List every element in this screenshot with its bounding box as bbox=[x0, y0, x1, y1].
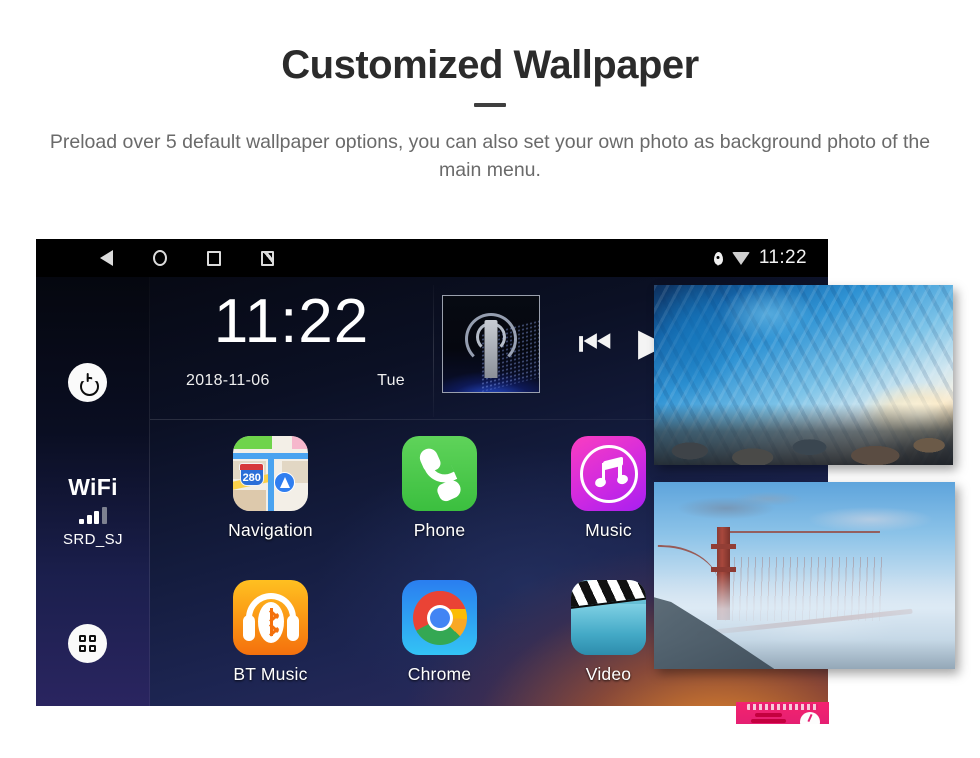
clapperboard-icon bbox=[571, 580, 646, 655]
maps-icon: 280 bbox=[233, 436, 308, 511]
ice-rocks bbox=[654, 418, 953, 465]
clock-widget[interactable]: 11:22 2018-11-06 Tue bbox=[150, 277, 433, 419]
page-subtitle: Preload over 5 default wallpaper options… bbox=[49, 131, 931, 182]
wifi-icon bbox=[731, 251, 750, 265]
highway-shield: 280 bbox=[239, 462, 265, 486]
phone-icon bbox=[402, 436, 477, 511]
power-glyph bbox=[79, 374, 96, 391]
page-root: Customized Wallpaper Preload over 5 defa… bbox=[0, 0, 980, 758]
music-note-icon bbox=[571, 436, 646, 511]
radio-app-icon-partial[interactable] bbox=[736, 702, 829, 724]
radio-broadcast-icon bbox=[442, 295, 540, 393]
page-header: Customized Wallpaper Preload over 5 defa… bbox=[0, 0, 980, 185]
app-label: Video bbox=[585, 664, 632, 684]
clock-meta: 2018-11-06 Tue bbox=[186, 372, 405, 390]
app-label: Chrome bbox=[407, 664, 472, 684]
app-label: Phone bbox=[413, 520, 466, 540]
app-bt-music[interactable]: BT Music bbox=[186, 563, 355, 706]
wifi-status[interactable]: WiFi SRD_SJ bbox=[36, 474, 150, 548]
previous-track-icon[interactable]: ⏮ bbox=[578, 325, 612, 363]
power-icon[interactable] bbox=[68, 363, 107, 402]
status-bar: 11:22 bbox=[36, 239, 828, 277]
wifi-signal-icon bbox=[36, 507, 150, 524]
left-rail: WiFi SRD_SJ bbox=[36, 277, 150, 706]
chrome-icon bbox=[402, 580, 477, 655]
title-divider bbox=[474, 103, 506, 107]
home-icon[interactable] bbox=[153, 250, 167, 266]
app-label: Music bbox=[585, 520, 632, 540]
golden-gate-bridge-wallpaper[interactable] bbox=[654, 482, 955, 669]
back-icon[interactable] bbox=[100, 250, 113, 266]
clock-date: 2018-11-06 bbox=[186, 372, 270, 389]
page-title: Customized Wallpaper bbox=[281, 43, 699, 87]
clock-weekday: Tue bbox=[377, 372, 405, 389]
wifi-ssid: SRD_SJ bbox=[63, 531, 123, 548]
wifi-label: WiFi bbox=[68, 474, 118, 500]
location-pin-icon bbox=[713, 251, 723, 265]
status-indicators: 11:22 bbox=[713, 239, 807, 277]
app-phone[interactable]: Phone bbox=[355, 419, 524, 563]
app-chrome[interactable]: Chrome bbox=[355, 563, 524, 706]
status-time: 11:22 bbox=[758, 247, 807, 268]
direction-arrow-icon bbox=[274, 472, 296, 493]
app-label: BT Music bbox=[233, 664, 308, 684]
navigation-buttons bbox=[36, 239, 274, 277]
ice-cave-wallpaper[interactable] bbox=[654, 285, 953, 465]
app-navigation[interactable]: 280 Navigation bbox=[186, 419, 355, 563]
apps-grid-icon[interactable] bbox=[68, 624, 107, 663]
clock-time: 11:22 bbox=[213, 287, 370, 356]
app-label: Navigation bbox=[228, 520, 313, 540]
screenshot-icon[interactable] bbox=[261, 250, 274, 266]
art-tower bbox=[484, 320, 498, 378]
bluetooth-headphones-icon bbox=[233, 580, 308, 655]
recents-icon[interactable] bbox=[207, 250, 221, 266]
